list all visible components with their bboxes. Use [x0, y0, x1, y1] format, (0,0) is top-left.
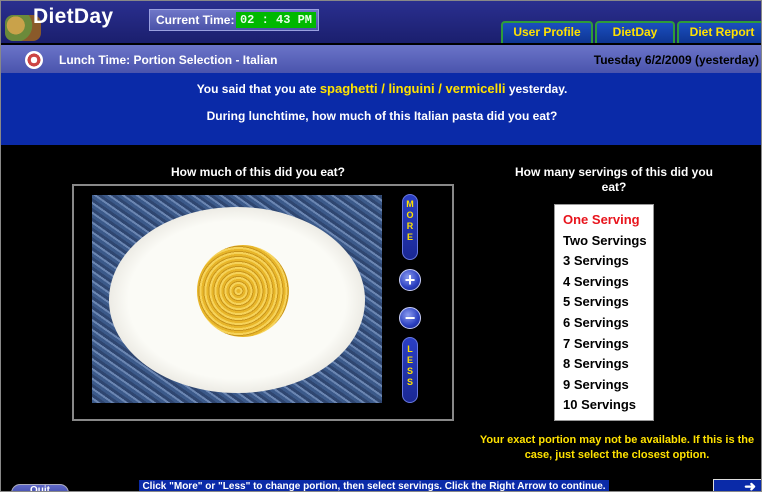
minus-icon[interactable]: −	[399, 307, 421, 329]
serving-option[interactable]: 4 Servings	[555, 272, 653, 293]
right-arrow-icon: ➜	[744, 478, 756, 492]
serving-option[interactable]: One Serving	[555, 210, 653, 231]
app-title: DietDay	[33, 5, 114, 28]
tab-dietday[interactable]: DietDay	[595, 21, 675, 43]
current-time-panel: Current Time: 02 : 43 PM	[149, 9, 319, 31]
plate-icon	[25, 51, 43, 69]
tab-user-profile[interactable]: User Profile	[501, 21, 593, 43]
serving-option[interactable]: 7 Servings	[555, 334, 653, 355]
question-suffix: yesterday.	[508, 82, 568, 96]
quit-button[interactable]: Quit	[11, 484, 69, 491]
servings-list[interactable]: One Serving Two Servings 3 Servings 4 Se…	[554, 204, 654, 421]
pasta-image	[197, 245, 289, 337]
serving-option[interactable]: 3 Servings	[555, 251, 653, 272]
servings-heading: How many servings of this did you eat?	[514, 165, 714, 194]
serving-option[interactable]: 8 Servings	[555, 354, 653, 375]
serving-option[interactable]: Two Servings	[555, 231, 653, 252]
next-button[interactable]: ➜	[713, 478, 761, 492]
section-date: Tuesday 6/2/2009 (yesterday)	[593, 53, 759, 67]
less-button[interactable]: L E S S	[402, 337, 418, 403]
serving-option[interactable]: 6 Servings	[555, 313, 653, 334]
section-title: Lunch Time: Portion Selection - Italian	[59, 53, 278, 67]
serving-option[interactable]: 9 Servings	[555, 375, 653, 396]
serving-option[interactable]: 10 Servings	[555, 395, 653, 416]
serving-option[interactable]: 5 Servings	[555, 292, 653, 313]
question-prefix: You said that you ate	[196, 82, 317, 96]
tab-diet-report[interactable]: Diet Report	[677, 21, 761, 43]
less-label-text: L E S S	[406, 344, 413, 387]
current-time-label: Current Time:	[156, 13, 235, 27]
current-time-value: 02 : 43 PM	[236, 12, 316, 28]
dietday-window: DietDay Current Time: 02 : 43 PM User Pr…	[0, 0, 762, 492]
portion-note: Your exact portion may not be available.…	[479, 434, 755, 461]
more-label: M O R E	[403, 199, 417, 243]
question-line-2: During lunchtime, how much of this Itali…	[206, 109, 558, 123]
instructions-bar: Click "More" or "Less" to change portion…	[139, 480, 609, 491]
plus-icon[interactable]: +	[399, 269, 421, 291]
portion-heading: How much of this did you eat?	[171, 165, 345, 179]
app-logo: DietDay	[5, 5, 145, 41]
less-label: L E S S	[403, 344, 417, 388]
more-button[interactable]: M O R E	[402, 194, 418, 260]
question-line-1: You said that you ate spaghetti / lingui…	[1, 81, 761, 96]
more-label-text: M O R E	[406, 199, 414, 242]
food-name: spaghetti / linguini / vermicelli	[319, 81, 506, 96]
